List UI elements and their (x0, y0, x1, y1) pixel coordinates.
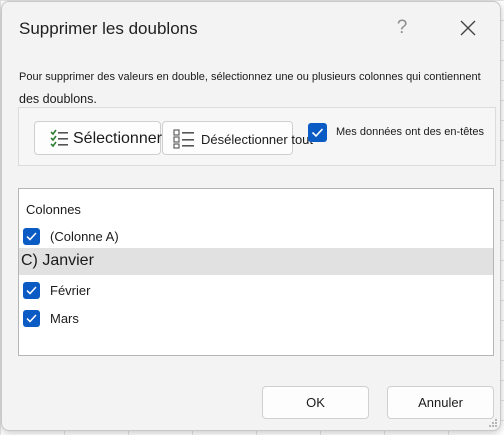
columns-header: Colonnes (26, 202, 81, 217)
columns-list: Colonnes (Colonne A) C) Janvier Février (18, 188, 494, 356)
select-all-icon (50, 129, 68, 148)
deselect-all-label: Désélectionner tout (201, 132, 314, 147)
checkmark-icon (26, 286, 37, 295)
list-item-mars[interactable]: Mars (19, 305, 493, 332)
dialog-title: Supprimer les doublons (19, 19, 198, 38)
list-item-column-a[interactable]: (Colonne A) (19, 223, 493, 250)
ok-button[interactable]: OK (262, 386, 369, 419)
headers-checkbox[interactable] (308, 123, 327, 142)
close-icon (460, 20, 476, 36)
checkmark-icon (311, 128, 324, 138)
column-a-checkbox[interactable] (23, 228, 40, 245)
help-button[interactable]: ? (388, 14, 416, 42)
select-all-button[interactable]: Sélectionner tout (34, 121, 193, 155)
fevrier-label: Février (50, 283, 91, 298)
cancel-button[interactable]: Annuler (387, 386, 494, 419)
mars-checkbox[interactable] (23, 310, 40, 327)
deselect-all-button[interactable]: Désélectionner tout (162, 121, 313, 155)
close-button[interactable] (454, 14, 482, 42)
checkmark-icon (26, 314, 37, 323)
deselect-all-icon (173, 129, 194, 149)
mars-label: Mars (50, 311, 79, 326)
dialog-description: Pour supprimer des valeurs en double, sé… (19, 66, 500, 110)
description-line-1: Pour supprimer des valeurs en double, sé… (19, 71, 481, 83)
fevrier-checkbox[interactable] (23, 282, 40, 299)
column-a-label: (Colonne A) (50, 229, 119, 244)
list-item-janvier[interactable]: C) Janvier (19, 248, 493, 275)
resize-grip-icon[interactable] (488, 418, 498, 428)
janvier-label: C) Janvier (21, 252, 94, 269)
list-item-fevrier[interactable]: Février (19, 277, 493, 304)
remove-duplicates-dialog: Supprimer les doublons ? Pour supprimer … (1, 1, 501, 431)
checkmark-icon (26, 232, 37, 241)
headers-checkbox-label: Mes données ont des en-têtes (336, 126, 484, 138)
